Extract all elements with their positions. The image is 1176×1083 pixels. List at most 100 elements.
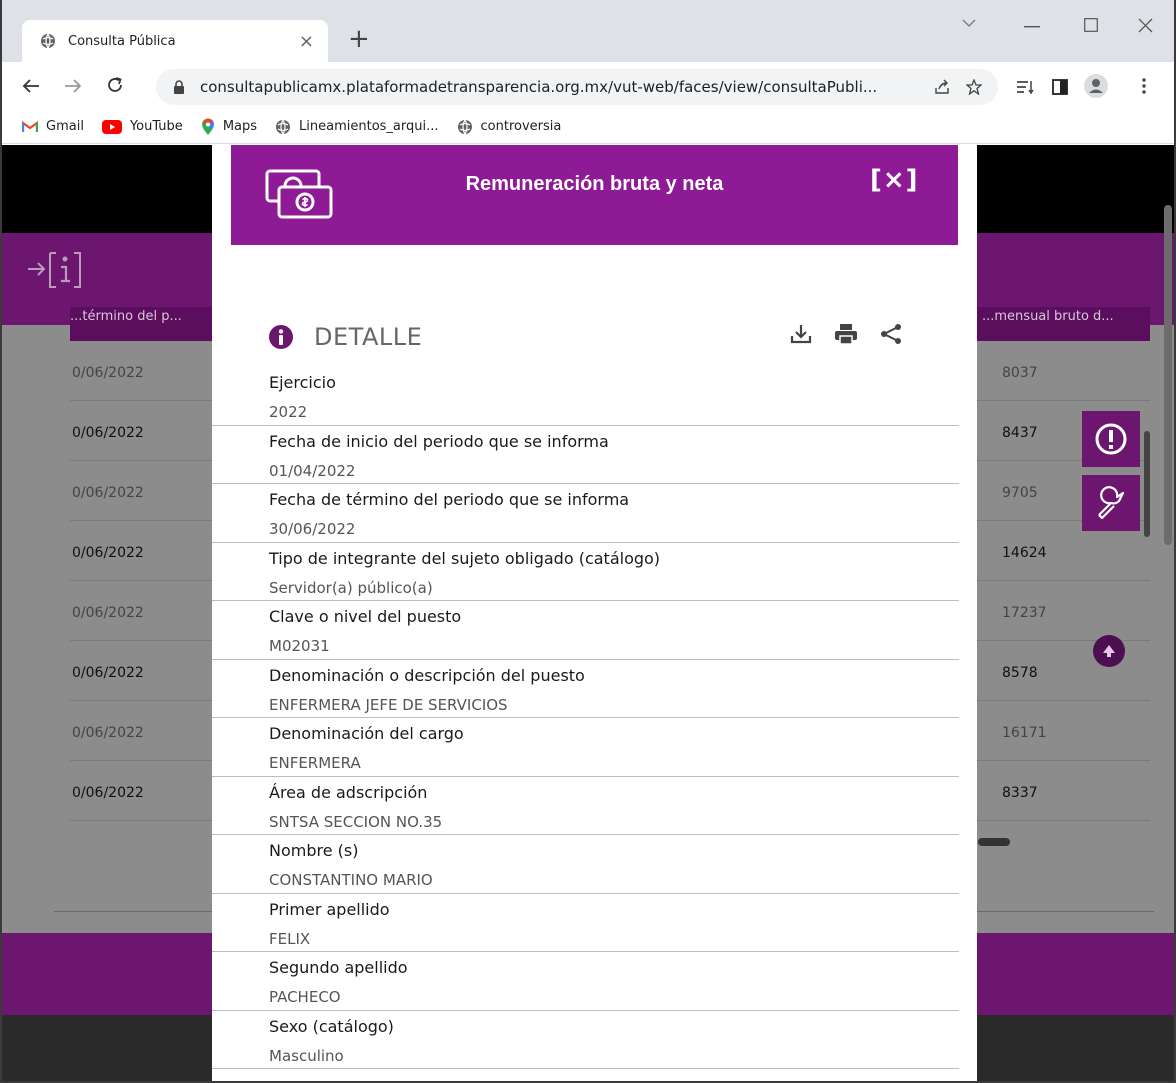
field-ejercicio: Ejercicio 2022 bbox=[212, 367, 959, 426]
field-label: Fecha de término del periodo que se info… bbox=[269, 490, 630, 509]
table-horizontal-scrollbar[interactable] bbox=[978, 838, 1010, 846]
field-value: M02031 bbox=[269, 637, 330, 655]
field-nombre: Nombre (s) CONSTANTINO MARIO bbox=[212, 835, 959, 894]
tab-strip: Consulta Pública × + bbox=[2, 0, 1174, 62]
cell-amount: 14624 bbox=[1002, 545, 1047, 561]
cell-date: 0/06/2022 bbox=[72, 365, 144, 381]
field-tipo-integrante: Tipo de integrante del sujeto obligado (… bbox=[212, 543, 959, 601]
cell-amount: 9705 bbox=[1002, 485, 1038, 501]
cell-date: 0/06/2022 bbox=[72, 545, 144, 561]
field-primer-apellido: Primer apellido FELIX bbox=[212, 894, 959, 952]
minimize-icon[interactable] bbox=[1024, 26, 1040, 28]
bookmark-gmail[interactable]: Gmail bbox=[22, 119, 84, 134]
cell-date: 0/06/2022 bbox=[72, 425, 144, 441]
url-text[interactable]: consultapublicamx.plataformadetransparen… bbox=[200, 78, 934, 96]
back-icon[interactable] bbox=[22, 78, 40, 94]
menu-kebab-icon[interactable] bbox=[1142, 78, 1146, 94]
column-header-end-date: ...término del p... bbox=[70, 309, 182, 324]
cell-amount: 8437 bbox=[1002, 425, 1038, 441]
field-value: Servidor(a) público(a) bbox=[269, 578, 433, 597]
cell-amount: 8037 bbox=[1002, 365, 1038, 381]
bookmark-controversia[interactable]: controversia bbox=[457, 119, 561, 135]
field-label: Clave o nivel del puesto bbox=[269, 607, 462, 626]
field-sexo: Sexo (catálogo) Masculino bbox=[212, 1011, 959, 1069]
address-bar[interactable]: consultapublicamx.plataformadetransparen… bbox=[156, 69, 998, 105]
field-clave-puesto: Clave o nivel del puesto M02031 bbox=[212, 601, 959, 660]
field-value: ENFERMERA JEFE DE SERVICIOS bbox=[269, 695, 508, 714]
bookmark-label: YouTube bbox=[129, 119, 183, 134]
new-tab-button[interactable]: + bbox=[348, 26, 370, 52]
detail-modal: Remuneración bruta y neta [×] DETALLE Ej… bbox=[212, 145, 977, 1081]
table-vertical-scrollbar[interactable] bbox=[1144, 431, 1150, 537]
bookmark-label: Maps bbox=[222, 119, 258, 134]
browser-toolbar: consultapublicamx.plataformadetransparen… bbox=[2, 62, 1174, 110]
arrow-up-icon bbox=[1103, 645, 1115, 657]
share-icon[interactable] bbox=[880, 323, 902, 345]
field-value: 2022 bbox=[269, 403, 308, 421]
browser-tab[interactable]: Consulta Pública × bbox=[22, 20, 328, 62]
print-icon[interactable] bbox=[834, 323, 858, 345]
window-close-icon[interactable] bbox=[1138, 18, 1153, 33]
bookmarks-bar: Gmail YouTube Maps Lineamientos_arqui...… bbox=[2, 110, 1174, 144]
tab-close-icon[interactable]: × bbox=[299, 31, 314, 52]
field-value: ENFERMERA bbox=[269, 754, 361, 772]
cell-amount: 16171 bbox=[1002, 725, 1047, 741]
field-denominacion-cargo: Denominación del cargo ENFERMERA bbox=[212, 718, 959, 777]
cell-date: 0/06/2022 bbox=[72, 485, 144, 501]
field-label: Denominación del cargo bbox=[269, 724, 464, 743]
page-scrollbar[interactable] bbox=[1164, 205, 1172, 545]
field-label: Denominación o descripción del puesto bbox=[269, 665, 585, 685]
lock-icon[interactable] bbox=[172, 80, 186, 94]
profile-avatar-icon[interactable] bbox=[1084, 74, 1108, 98]
info-panel-icon[interactable] bbox=[24, 245, 84, 293]
field-value: 01/04/2022 bbox=[269, 461, 356, 480]
field-label: Segundo apellido bbox=[269, 958, 408, 977]
bookmark-star-icon[interactable] bbox=[966, 79, 982, 95]
reload-icon[interactable] bbox=[106, 76, 124, 94]
forward-icon[interactable] bbox=[64, 78, 82, 94]
side-panel-icon[interactable] bbox=[1052, 79, 1068, 95]
page-viewport: ...término del p... ...mensual bruto d..… bbox=[2, 145, 1174, 1081]
cell-date: 0/06/2022 bbox=[72, 725, 144, 741]
field-label: Área de adscripción bbox=[269, 782, 428, 802]
browser-window: Consulta Pública × + consultapublicamx.p… bbox=[0, 0, 1176, 1083]
info-circle-icon bbox=[269, 325, 293, 349]
cell-date: 0/06/2022 bbox=[72, 665, 144, 681]
modal-close-button[interactable]: [×] bbox=[870, 165, 919, 195]
bookmark-lineamientos[interactable]: Lineamientos_arqui... bbox=[275, 119, 439, 135]
reading-list-icon[interactable] bbox=[1016, 80, 1034, 94]
youtube-icon bbox=[101, 119, 122, 134]
column-header-gross-monthly: ...mensual bruto d... bbox=[982, 309, 1114, 324]
field-value: CONSTANTINO MARIO bbox=[269, 871, 433, 889]
cell-date: 0/06/2022 bbox=[72, 605, 144, 621]
tab-search-icon[interactable] bbox=[962, 18, 976, 28]
field-value: FELIX bbox=[269, 929, 311, 948]
share-page-icon[interactable] bbox=[934, 79, 950, 95]
field-fecha-termino: Fecha de término del periodo que se info… bbox=[212, 484, 959, 543]
bookmark-label: Lineamientos_arqui... bbox=[299, 119, 439, 134]
scroll-top-button[interactable] bbox=[1093, 635, 1125, 667]
detail-section-header: DETALLE bbox=[268, 323, 422, 351]
field-label: Tipo de integrante del sujeto obligado (… bbox=[269, 548, 661, 568]
tools-button[interactable] bbox=[1082, 475, 1140, 531]
field-area-adscripcion: Área de adscripción SNTSA SECCION NO.35 bbox=[212, 777, 959, 835]
gmail-icon bbox=[22, 120, 38, 133]
field-fecha-inicio: Fecha de inicio del periodo que se infor… bbox=[212, 426, 959, 484]
cell-amount: 8578 bbox=[1002, 665, 1038, 681]
maximize-icon[interactable] bbox=[1084, 18, 1098, 32]
detail-fields: Ejercicio 2022 Fecha de inicio del period… bbox=[212, 367, 959, 1069]
field-label: Ejercicio bbox=[269, 373, 336, 392]
field-value: 30/06/2022 bbox=[269, 520, 356, 538]
globe-icon bbox=[457, 119, 473, 135]
download-icon[interactable] bbox=[790, 323, 812, 345]
bookmark-label: Gmail bbox=[46, 119, 84, 134]
modal-title: Remuneración bruta y neta bbox=[465, 173, 724, 195]
bookmark-maps[interactable]: Maps bbox=[201, 118, 257, 136]
cell-amount: 17237 bbox=[1002, 605, 1047, 621]
report-issue-button[interactable] bbox=[1082, 411, 1140, 467]
field-value: PACHECO bbox=[269, 988, 341, 1006]
cell-date: 0/06/2022 bbox=[72, 785, 144, 801]
bookmark-youtube[interactable]: YouTube bbox=[101, 119, 183, 134]
field-value: Masculino bbox=[269, 1046, 344, 1065]
field-denominacion-puesto: Denominación o descripción del puesto ENF… bbox=[212, 660, 959, 718]
